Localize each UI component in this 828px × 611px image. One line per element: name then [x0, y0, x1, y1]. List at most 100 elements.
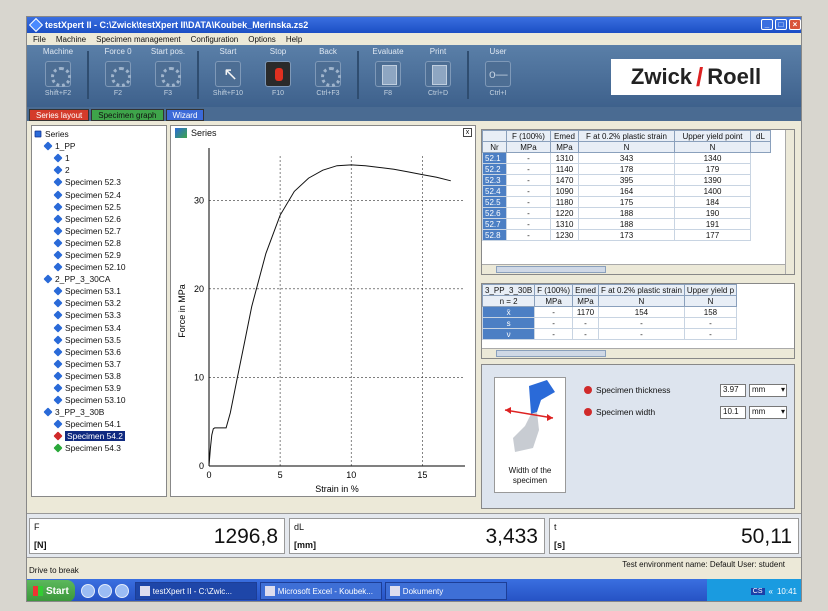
column-header[interactable]: N: [683, 295, 738, 307]
thickness-input[interactable]: 3.97: [720, 383, 746, 397]
tab-series-layout[interactable]: Series layout: [29, 109, 90, 121]
table-row[interactable]: s----: [482, 317, 738, 329]
tree-item[interactable]: Specimen 54.2: [32, 430, 166, 442]
graph-close-button[interactable]: x: [463, 128, 472, 137]
menu-machine[interactable]: Machine: [56, 35, 86, 44]
column-header[interactable]: Nr: [482, 141, 507, 153]
table-row[interactable]: x̄ -1170 154 158: [482, 306, 738, 318]
media-icon[interactable]: [97, 584, 112, 598]
tree-item[interactable]: Specimen 52.3: [32, 176, 166, 188]
tree-item[interactable]: 2: [32, 164, 166, 176]
column-header[interactable]: N: [674, 141, 751, 153]
table-cell: -: [683, 328, 738, 340]
tree-item[interactable]: Specimen 53.10: [32, 394, 166, 406]
table-row[interactable]: 52.3-1470 395 1390: [482, 174, 771, 186]
table-row[interactable]: ν----: [482, 328, 738, 340]
force-zero-button[interactable]: Force 0 F2: [93, 45, 143, 107]
machine-button[interactable]: Machine Shift+F2: [33, 45, 83, 107]
tree-item[interactable]: Specimen 54.1: [32, 418, 166, 430]
tree-item[interactable]: Specimen 53.3: [32, 309, 166, 321]
width-input[interactable]: 10.1: [720, 405, 746, 419]
tree-item[interactable]: 3_PP_3_30B: [32, 406, 166, 418]
browser-icon[interactable]: [80, 584, 95, 598]
width-unit-select[interactable]: mm: [749, 405, 787, 419]
table-row[interactable]: 52.6-1220 188 190: [482, 207, 771, 219]
tree-item[interactable]: Specimen 53.6: [32, 346, 166, 358]
column-header[interactable]: MPa: [572, 295, 599, 307]
specimen-icon: [53, 419, 63, 429]
column-header[interactable]: MPa: [550, 141, 579, 153]
column-header[interactable]: F (100%): [506, 130, 551, 142]
table-row[interactable]: 52.2-1140 178 179: [482, 163, 771, 175]
column-header[interactable]: Emed: [572, 284, 599, 296]
maximize-button[interactable]: □: [775, 19, 787, 30]
menu-configuration[interactable]: Configuration: [191, 35, 239, 44]
tree-item[interactable]: Specimen 53.9: [32, 382, 166, 394]
menu-options[interactable]: Options: [248, 35, 276, 44]
thickness-unit-select[interactable]: mm: [749, 383, 787, 397]
column-header[interactable]: Upper yield p: [683, 284, 738, 296]
stop-button[interactable]: Stop F10: [253, 45, 303, 107]
menu-help[interactable]: Help: [286, 35, 302, 44]
tree-item[interactable]: Specimen 52.4: [32, 188, 166, 200]
tree-item[interactable]: Specimen 53.7: [32, 358, 166, 370]
start-button[interactable]: Start: [27, 580, 75, 601]
column-header[interactable]: [482, 130, 507, 142]
table-row[interactable]: 52.1-1310 343 1340: [482, 152, 771, 164]
tab-wizard[interactable]: Wizard: [165, 109, 205, 121]
evaluate-button[interactable]: Evaluate F8: [363, 45, 413, 107]
tree-item[interactable]: Specimen 53.8: [32, 370, 166, 382]
start-pos-button[interactable]: Start pos. F3: [143, 45, 193, 107]
column-header[interactable]: F at 0.2% plastic strain: [597, 284, 685, 296]
column-header[interactable]: MPa: [506, 141, 551, 153]
horizontal-scrollbar[interactable]: [482, 264, 794, 274]
column-header[interactable]: MPa: [534, 295, 574, 307]
menu-file[interactable]: File: [33, 35, 46, 44]
column-header[interactable]: [750, 141, 771, 153]
back-button[interactable]: Back Ctrl+F3: [303, 45, 353, 107]
task-testxpert[interactable]: testXpert II - C:\Zwic...: [134, 582, 257, 600]
tree-item[interactable]: 1_PP: [32, 140, 166, 152]
menu-specimen-management[interactable]: Specimen management: [96, 35, 181, 44]
tree-item[interactable]: Specimen 52.9: [32, 249, 166, 261]
tree-item[interactable]: Specimen 52.10: [32, 261, 166, 273]
table-row[interactable]: 52.8-1230 173 177: [482, 229, 771, 241]
table-row[interactable]: 52.4-1090 164 1400: [482, 185, 771, 197]
tree-item[interactable]: Specimen 52.6: [32, 213, 166, 225]
horizontal-scrollbar[interactable]: [482, 348, 794, 358]
tree-item[interactable]: Specimen 52.7: [32, 225, 166, 237]
tree-item[interactable]: Specimen 53.5: [32, 334, 166, 346]
tree-item[interactable]: 1: [32, 152, 166, 164]
task-excel[interactable]: Microsoft Excel - Koubek...: [259, 582, 382, 600]
close-button[interactable]: ×: [789, 19, 801, 30]
tree-item[interactable]: Specimen 53.1: [32, 285, 166, 297]
start-button[interactable]: Start Shift+F10: [203, 45, 253, 107]
tree-item[interactable]: Specimen 52.8: [32, 237, 166, 249]
tree-item[interactable]: Series: [32, 128, 166, 140]
tree-item[interactable]: Specimen 53.4: [32, 322, 166, 334]
table-row[interactable]: 52.7-1310 188 191: [482, 218, 771, 230]
user-button[interactable]: User Ctrl+I: [473, 45, 523, 107]
task-documents[interactable]: Dokumenty: [384, 582, 507, 600]
tab-specimen-graph[interactable]: Specimen graph: [91, 109, 164, 121]
tray-expand-icon[interactable]: «: [769, 587, 773, 596]
column-header[interactable]: F (100%): [534, 284, 574, 296]
column-header[interactable]: Upper yield point: [674, 130, 751, 142]
column-header[interactable]: F at 0.2% plastic strain: [578, 130, 675, 142]
tree-item[interactable]: Specimen 53.2: [32, 297, 166, 309]
print-button[interactable]: Print Ctrl+D: [413, 45, 463, 107]
column-header[interactable]: N: [597, 295, 685, 307]
tree-item[interactable]: Specimen 52.5: [32, 201, 166, 213]
column-header[interactable]: n = 2: [482, 295, 536, 307]
language-indicator[interactable]: CS: [750, 587, 765, 595]
vertical-scrollbar[interactable]: [785, 130, 794, 274]
column-header[interactable]: dL: [750, 130, 771, 142]
tree-item[interactable]: Specimen 54.3: [32, 442, 166, 454]
tree-item[interactable]: 2_PP_3_30CA: [32, 273, 166, 285]
column-header[interactable]: 3_PP_3_30B: [482, 284, 536, 296]
desktop-icon[interactable]: [114, 584, 129, 598]
minimize-button[interactable]: _: [761, 19, 773, 30]
column-header[interactable]: Emed: [550, 130, 579, 142]
table-row[interactable]: 52.5-1180 175 184: [482, 196, 771, 208]
column-header[interactable]: N: [578, 141, 675, 153]
